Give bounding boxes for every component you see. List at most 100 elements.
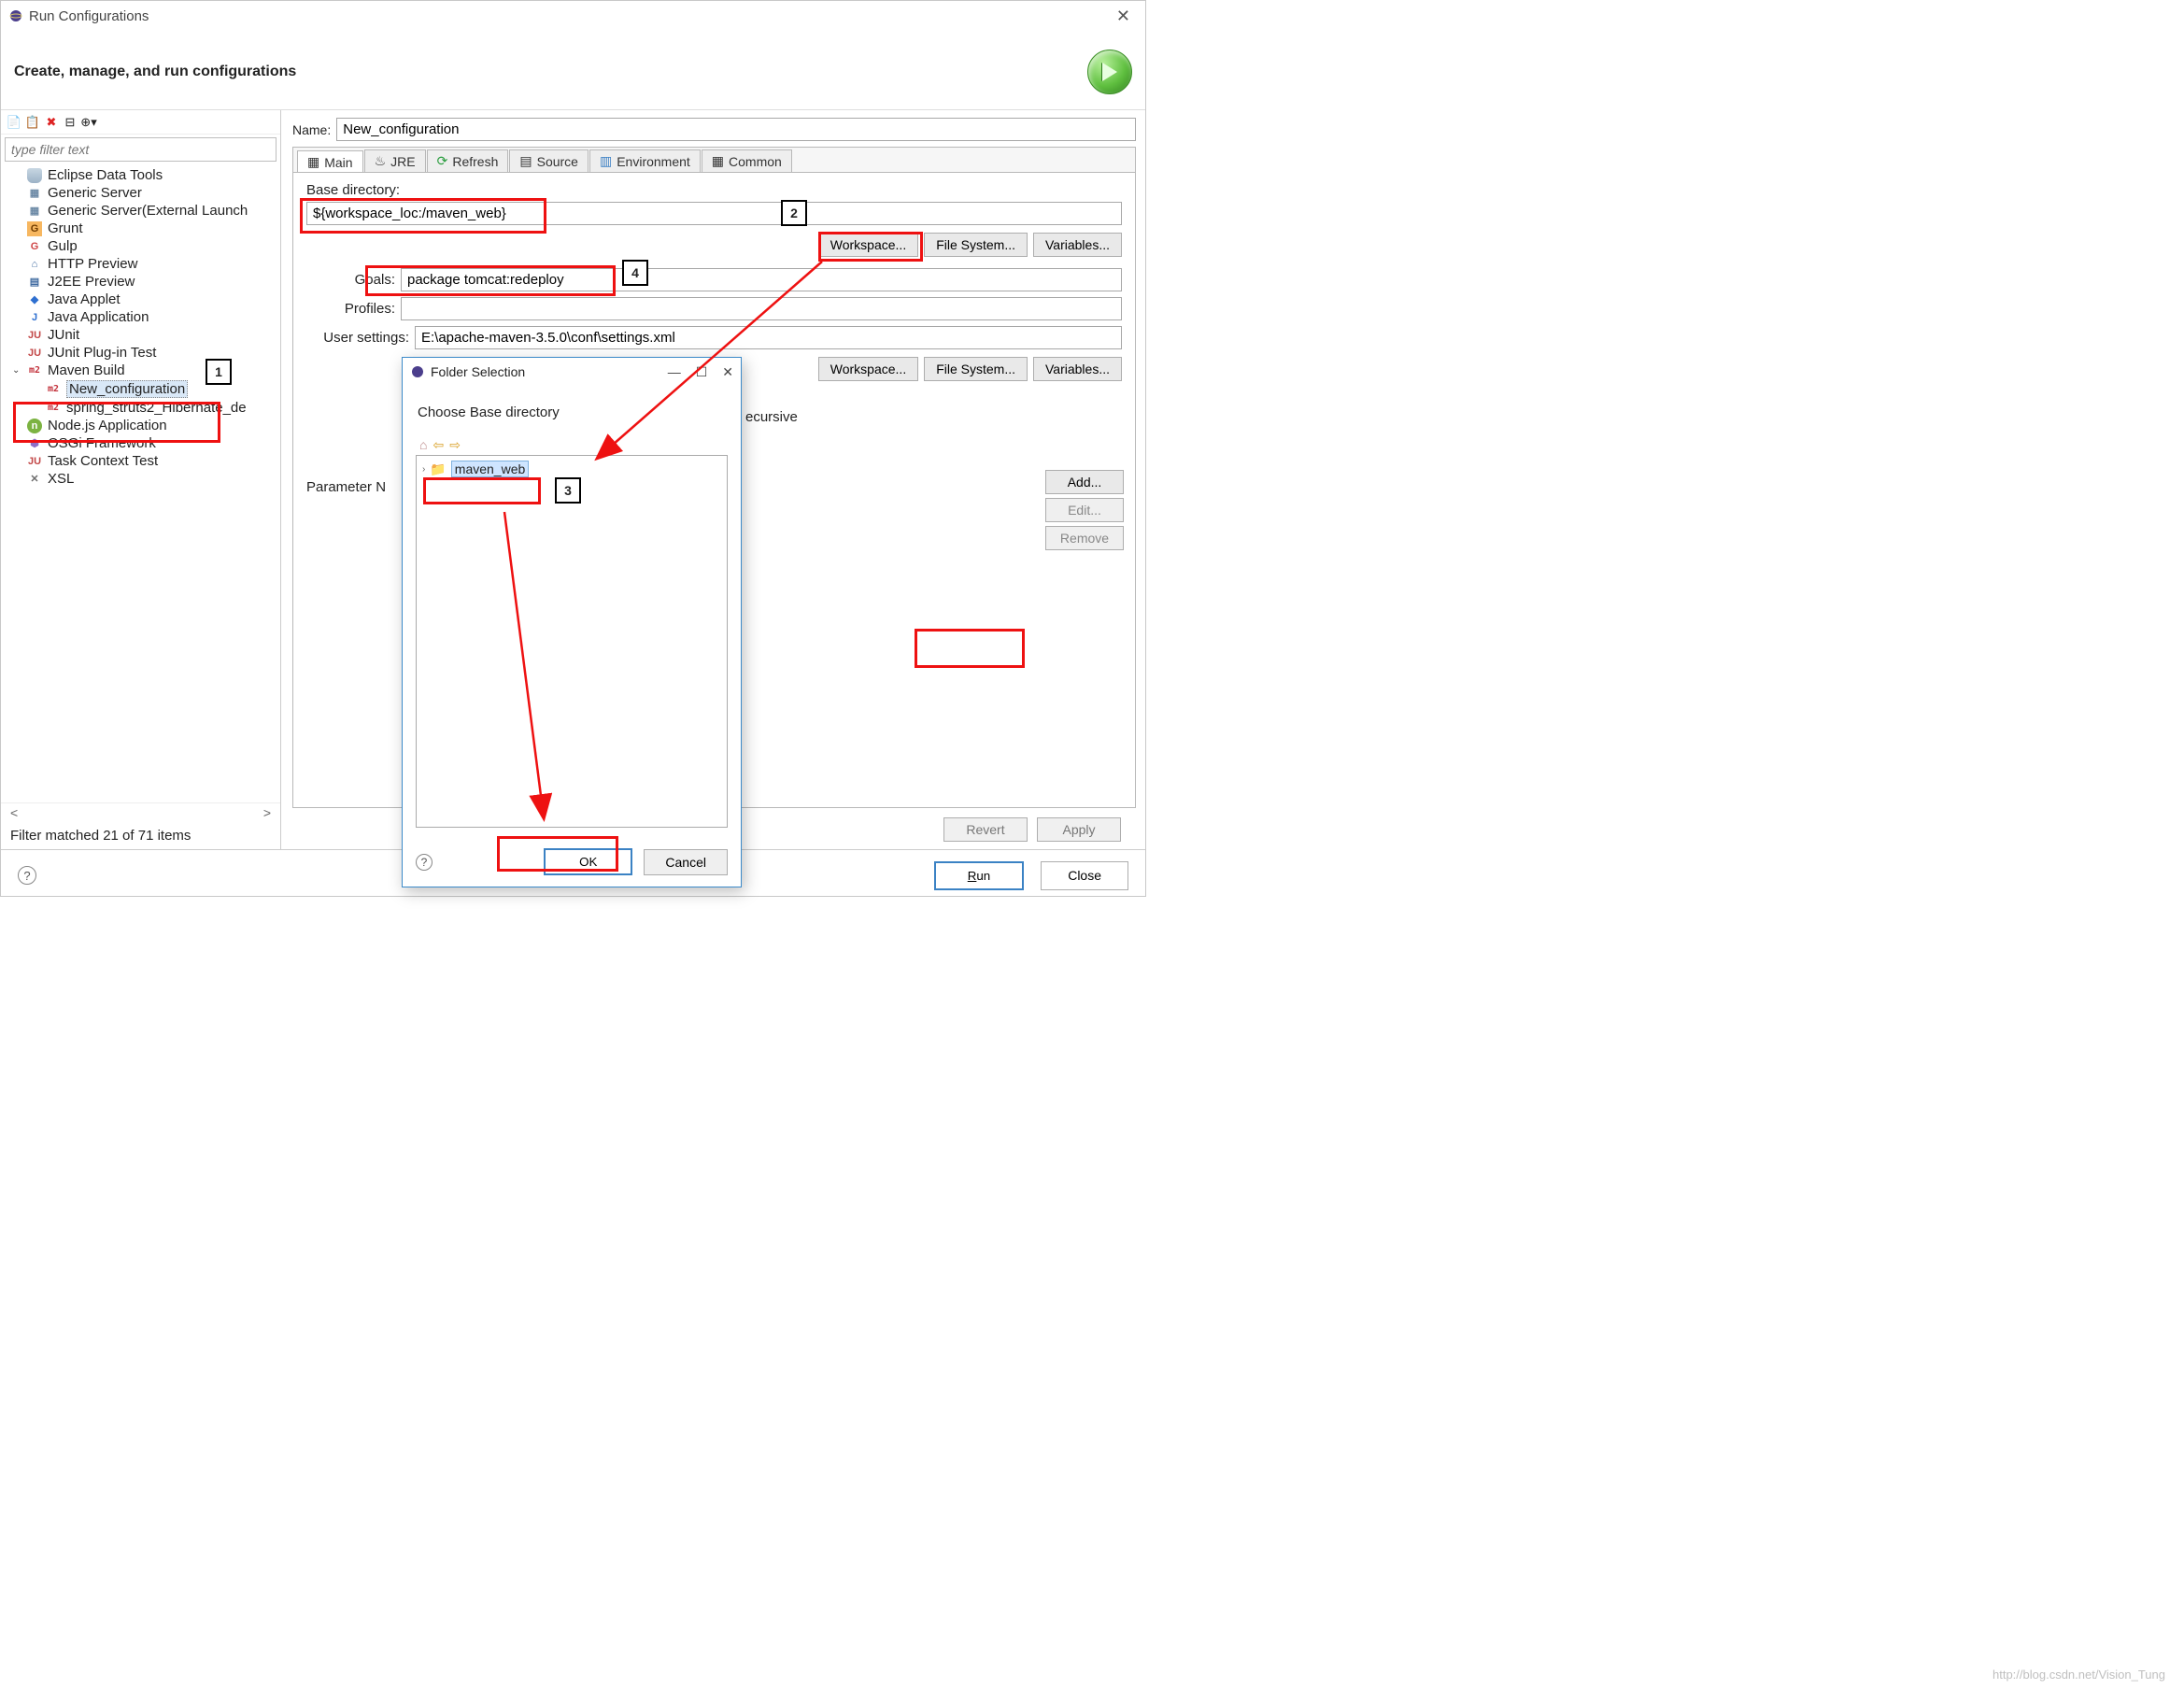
home-icon[interactable]: ⌂ bbox=[419, 437, 427, 453]
java-app-icon: J bbox=[27, 310, 42, 325]
filter-match-label: Filter matched 21 of 71 items bbox=[1, 822, 280, 849]
j2ee-icon: ▤ bbox=[27, 275, 42, 290]
new-config-icon[interactable]: 📄 bbox=[7, 115, 21, 130]
left-panel: 📄 📋 ✖ ⊟ ⊕▾ Eclipse Data Tools ▦Generic S… bbox=[1, 110, 281, 849]
tree-item-junit[interactable]: JUJUnit bbox=[8, 326, 277, 344]
base-dir-label: Base directory: bbox=[306, 182, 1122, 198]
tree-item-new-configuration[interactable]: m2New_configuration bbox=[8, 379, 277, 399]
tab-refresh[interactable]: ⟳Refresh bbox=[427, 149, 509, 172]
dialog-minimize-icon[interactable]: — bbox=[668, 364, 681, 380]
dialog-title: Folder Selection bbox=[431, 364, 525, 379]
back-icon[interactable]: ⇦ bbox=[433, 437, 444, 453]
tree-item-generic-server[interactable]: ▦Generic Server bbox=[8, 184, 277, 202]
window-titlebar: Run Configurations ✕ bbox=[1, 1, 1145, 31]
dialog-cancel-button[interactable]: Cancel bbox=[644, 849, 728, 875]
window-title: Run Configurations bbox=[29, 8, 149, 24]
server-icon: ▦ bbox=[27, 204, 42, 219]
server-icon: ▦ bbox=[27, 186, 42, 201]
tree-item-gulp[interactable]: GGulp bbox=[8, 237, 277, 255]
tree-item-maven-build[interactable]: ⌄m2Maven Build bbox=[8, 362, 277, 379]
xsl-icon: ✕ bbox=[27, 472, 42, 487]
tab-strip: ▦Main ♨JRE ⟳Refresh ▤Source ▥Environment… bbox=[292, 147, 1136, 172]
base-dir-input[interactable] bbox=[306, 202, 1122, 225]
filesystem-button-2[interactable]: File System... bbox=[924, 357, 1028, 381]
add-button[interactable]: Add... bbox=[1045, 470, 1124, 494]
user-settings-input[interactable] bbox=[415, 326, 1122, 349]
tree-item-task-context[interactable]: JUTask Context Test bbox=[8, 452, 277, 470]
applet-icon: ◆ bbox=[27, 292, 42, 307]
goals-input[interactable] bbox=[401, 268, 1122, 291]
tree-item-junit-plugin[interactable]: JUJUnit Plug-in Test bbox=[8, 344, 277, 362]
callout-num-1: 1 bbox=[206, 359, 232, 385]
delete-icon[interactable]: ✖ bbox=[44, 115, 59, 130]
hscrollbar[interactable]: <> bbox=[1, 802, 280, 822]
main-tab-icon: ▦ bbox=[307, 154, 319, 170]
name-input[interactable] bbox=[336, 118, 1136, 141]
tab-source[interactable]: ▤Source bbox=[509, 149, 589, 172]
forward-icon[interactable]: ⇨ bbox=[449, 437, 461, 453]
osgi-icon: ⬢ bbox=[27, 436, 42, 451]
workspace-button-2[interactable]: Workspace... bbox=[818, 357, 918, 381]
tab-jre[interactable]: ♨JRE bbox=[364, 149, 426, 172]
dialog-message: Choose Base directory bbox=[418, 405, 728, 420]
revert-button[interactable]: Revert bbox=[943, 817, 1028, 842]
window-close-icon[interactable]: ✕ bbox=[1109, 7, 1138, 26]
scroll-left-icon[interactable]: < bbox=[10, 805, 18, 820]
profiles-input[interactable] bbox=[401, 297, 1122, 320]
tree-item-grunt[interactable]: GGrunt bbox=[8, 220, 277, 237]
caret-icon[interactable]: › bbox=[422, 464, 425, 475]
remove-button: Remove bbox=[1045, 526, 1124, 550]
dialog-maximize-icon[interactable]: ☐ bbox=[696, 364, 708, 380]
dialog-close-icon[interactable]: ✕ bbox=[722, 364, 733, 380]
maven-icon: m2 bbox=[46, 382, 61, 397]
junit-icon: JU bbox=[27, 328, 42, 343]
variables-button-2[interactable]: Variables... bbox=[1033, 357, 1122, 381]
tree-item-http-preview[interactable]: ⌂HTTP Preview bbox=[8, 255, 277, 273]
caret-icon[interactable]: ⌄ bbox=[12, 365, 20, 376]
tree-item-xsl[interactable]: ✕XSL bbox=[8, 470, 277, 488]
tree-item-osgi[interactable]: ⬢OSGi Framework bbox=[8, 434, 277, 452]
folder-icon: 📁 bbox=[430, 461, 446, 477]
edit-button: Edit... bbox=[1045, 498, 1124, 522]
junit-plugin-icon: JU bbox=[27, 346, 42, 361]
dialog-tree-item-maven-web[interactable]: › 📁 maven_web bbox=[420, 460, 723, 478]
run-button[interactable]: Run bbox=[934, 861, 1024, 890]
collapse-icon[interactable]: ⊕▾ bbox=[81, 115, 96, 130]
source-tab-icon: ▤ bbox=[519, 153, 532, 169]
expand-icon[interactable]: ⊟ bbox=[63, 115, 78, 130]
folder-selection-dialog: Folder Selection — ☐ ✕ Choose Base direc… bbox=[402, 357, 742, 887]
duplicate-icon[interactable]: 📋 bbox=[25, 115, 40, 130]
tree-item-spring-struts2[interactable]: m2spring_struts2_Hibernate_de bbox=[8, 399, 277, 417]
scroll-right-icon[interactable]: > bbox=[263, 805, 271, 820]
config-tree[interactable]: Eclipse Data Tools ▦Generic Server ▦Gene… bbox=[1, 164, 280, 802]
tab-environment[interactable]: ▥Environment bbox=[589, 149, 701, 172]
close-button[interactable]: Close bbox=[1041, 861, 1128, 890]
help-icon[interactable]: ? bbox=[18, 866, 36, 885]
tab-common[interactable]: ▦Common bbox=[702, 149, 792, 172]
workspace-button-1[interactable]: Workspace... bbox=[818, 233, 918, 257]
tree-item-java-applet[interactable]: ◆Java Applet bbox=[8, 291, 277, 308]
goals-label: Goals: bbox=[306, 272, 395, 288]
variables-button-1[interactable]: Variables... bbox=[1033, 233, 1122, 257]
callout-num-3: 3 bbox=[555, 477, 581, 504]
datatools-icon bbox=[27, 168, 42, 183]
tree-item-java-application[interactable]: JJava Application bbox=[8, 308, 277, 326]
filter-text-input[interactable] bbox=[5, 137, 277, 162]
common-tab-icon: ▦ bbox=[712, 153, 724, 169]
tree-item-generic-server-ext[interactable]: ▦Generic Server(External Launch bbox=[8, 202, 277, 220]
profiles-label: Profiles: bbox=[306, 301, 395, 317]
dialog-ok-button[interactable]: OK bbox=[544, 848, 632, 875]
refresh-tab-icon: ⟳ bbox=[437, 153, 448, 169]
run-orb-icon bbox=[1087, 50, 1132, 94]
jre-tab-icon: ♨ bbox=[375, 153, 387, 169]
tree-item-j2ee-preview[interactable]: ▤J2EE Preview bbox=[8, 273, 277, 291]
tab-main[interactable]: ▦Main bbox=[297, 150, 363, 173]
dialog-help-icon[interactable]: ? bbox=[416, 854, 433, 871]
dialog-tree[interactable]: › 📁 maven_web bbox=[416, 455, 728, 828]
callout-num-2: 2 bbox=[781, 200, 807, 226]
apply-button[interactable]: Apply bbox=[1037, 817, 1121, 842]
name-label: Name: bbox=[292, 122, 331, 137]
tree-item-eclipse-data-tools[interactable]: Eclipse Data Tools bbox=[8, 166, 277, 184]
tree-item-node-app[interactable]: nNode.js Application bbox=[8, 417, 277, 434]
filesystem-button-1[interactable]: File System... bbox=[924, 233, 1028, 257]
